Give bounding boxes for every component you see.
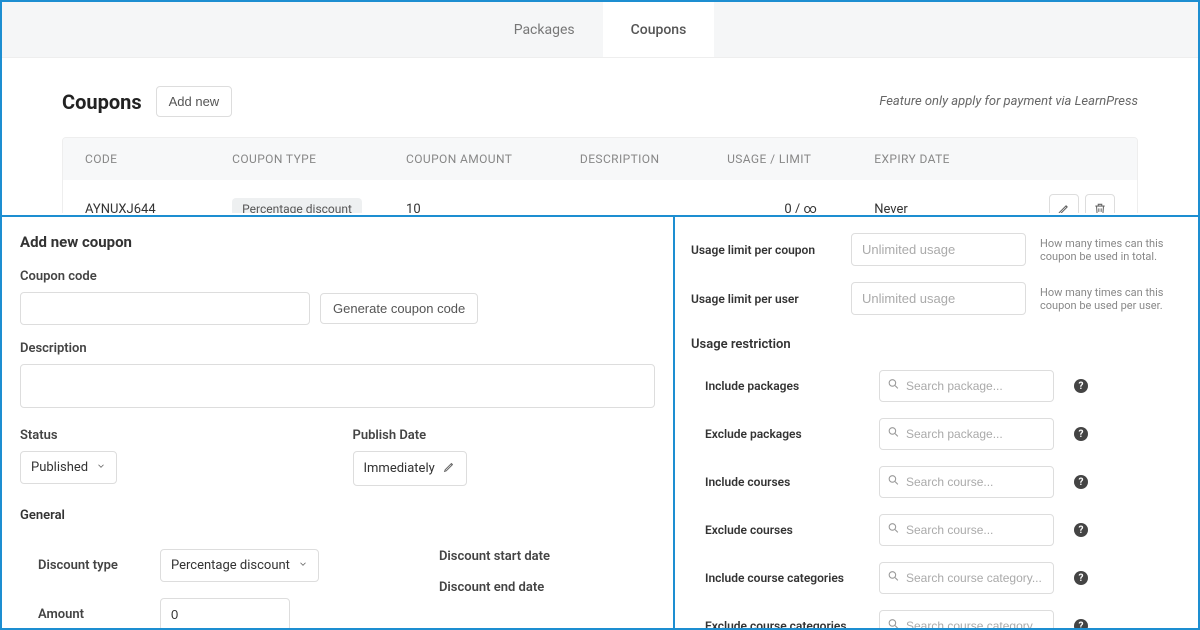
publish-date-label: Publish Date	[353, 428, 656, 443]
col-desc: DESCRIPTION	[580, 152, 727, 166]
publish-date-picker[interactable]: Immediately	[353, 451, 467, 486]
delete-row-button[interactable]	[1085, 194, 1115, 213]
feature-note: Feature only apply for payment via Learn…	[879, 94, 1138, 109]
help-icon[interactable]: ?	[1074, 619, 1088, 628]
include-categories-input[interactable]	[879, 562, 1054, 594]
description-input[interactable]	[20, 364, 655, 408]
chevron-down-icon	[96, 460, 106, 475]
trash-icon	[1093, 202, 1107, 213]
search-icon	[887, 618, 900, 629]
discount-type-value: Percentage discount	[171, 558, 290, 573]
edit-row-button[interactable]	[1049, 194, 1079, 213]
search-icon	[887, 522, 900, 539]
coupons-table: CODE COUPON TYPE COUPON AMOUNT DESCRIPTI…	[62, 137, 1138, 213]
restriction-section-title: Usage restriction	[691, 337, 1180, 352]
help-icon[interactable]: ?	[1074, 475, 1088, 489]
discount-end-label: Discount end date	[439, 580, 565, 595]
status-select[interactable]: Published	[20, 451, 117, 484]
discount-start-label: Discount start date	[439, 549, 565, 564]
tab-coupons[interactable]: Coupons	[603, 2, 715, 57]
form-title: Add new coupon	[20, 233, 655, 251]
exclude-categories-input[interactable]	[879, 610, 1054, 628]
exclude-packages-input[interactable]	[879, 418, 1054, 450]
cell-type-badge: Percentage discount	[232, 198, 362, 213]
help-icon[interactable]: ?	[1074, 427, 1088, 441]
exclude-packages-label: Exclude packages	[705, 427, 865, 441]
coupon-code-label: Coupon code	[20, 269, 655, 284]
exclude-courses-label: Exclude courses	[705, 523, 865, 537]
status-label: Status	[20, 428, 323, 443]
discount-type-label: Discount type	[38, 558, 140, 573]
amount-label: Amount	[38, 607, 140, 622]
pencil-icon	[1057, 202, 1071, 213]
exclude-courses-input[interactable]	[879, 514, 1054, 546]
description-label: Description	[20, 341, 655, 356]
limit-per-user-input[interactable]	[851, 282, 1026, 315]
cell-expiry: Never	[874, 202, 1021, 214]
general-section-title: General	[20, 508, 655, 523]
include-packages-label: Include packages	[705, 379, 865, 393]
include-courses-input[interactable]	[879, 466, 1054, 498]
include-packages-input[interactable]	[879, 370, 1054, 402]
limit-per-coupon-hint: How many times can this coupon be used i…	[1040, 237, 1180, 263]
help-icon[interactable]: ?	[1074, 523, 1088, 537]
coupon-code-input[interactable]	[20, 292, 310, 325]
exclude-categories-label: Exclude course categories	[705, 619, 865, 628]
limit-per-coupon-label: Usage limit per coupon	[691, 243, 837, 257]
add-new-button[interactable]: Add new	[156, 86, 233, 117]
col-type: COUPON TYPE	[232, 152, 406, 166]
help-icon[interactable]: ?	[1074, 571, 1088, 585]
pencil-icon	[443, 460, 456, 477]
help-icon[interactable]: ?	[1074, 379, 1088, 393]
generate-code-button[interactable]: Generate coupon code	[320, 293, 478, 324]
col-code: CODE	[85, 152, 232, 166]
cell-usage: 0 / ∞	[727, 202, 874, 214]
add-coupon-pane: Add new coupon Coupon code Generate coup…	[2, 215, 674, 628]
status-value: Published	[31, 460, 88, 475]
include-courses-label: Include courses	[705, 475, 865, 489]
table-header: CODE COUPON TYPE COUPON AMOUNT DESCRIPTI…	[63, 138, 1137, 180]
limit-per-user-hint: How many times can this coupon be used p…	[1040, 286, 1180, 312]
col-amount: COUPON AMOUNT	[406, 152, 580, 166]
col-expiry: EXPIRY DATE	[874, 152, 1021, 166]
limit-per-coupon-input[interactable]	[851, 233, 1026, 266]
coupon-restrictions-pane: Usage limit per coupon How many times ca…	[674, 215, 1198, 628]
search-icon	[887, 474, 900, 491]
col-usage: USAGE / LIMIT	[727, 152, 874, 166]
cell-code: AYNUXJ644	[85, 202, 232, 214]
amount-input[interactable]	[160, 598, 290, 628]
include-categories-label: Include course categories	[705, 571, 865, 585]
tab-packages[interactable]: Packages	[486, 2, 603, 57]
search-icon	[887, 570, 900, 587]
publish-date-value: Immediately	[364, 461, 435, 476]
chevron-down-icon	[298, 558, 308, 573]
coupons-list-pane: Packages Coupons Coupons Add new Feature…	[2, 2, 1198, 213]
limit-per-user-label: Usage limit per user	[691, 292, 837, 306]
discount-type-select[interactable]: Percentage discount	[160, 549, 319, 582]
tabs: Packages Coupons	[2, 2, 1198, 58]
cell-amount: 10	[406, 202, 580, 214]
table-row: AYNUXJ644 Percentage discount 10 0 / ∞ N…	[63, 180, 1137, 213]
page-title: Coupons	[62, 90, 142, 114]
search-icon	[887, 378, 900, 395]
search-icon	[887, 426, 900, 443]
